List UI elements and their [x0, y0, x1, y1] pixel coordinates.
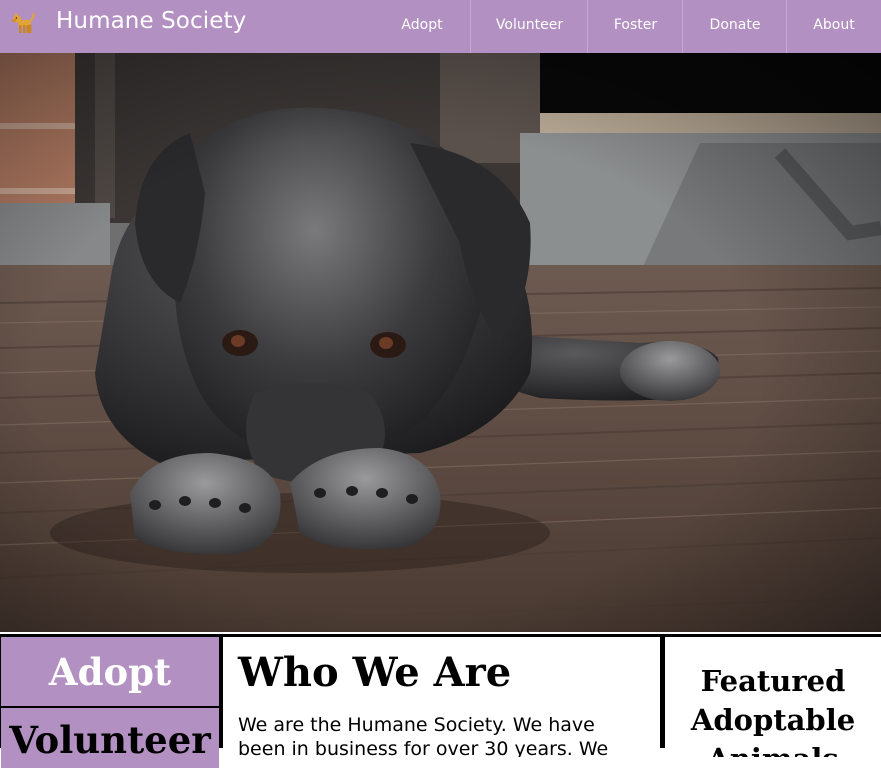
- top-navbar: Humane Society Adopt Volunteer Foster Do…: [0, 0, 881, 53]
- who-we-are-title: Who We Are: [238, 649, 512, 696]
- puppy-photo: [0, 53, 881, 632]
- site-title[interactable]: Humane Society: [56, 8, 246, 34]
- content-area: Adopt Volunteer Who We Are We are the Hu…: [0, 634, 881, 768]
- hero-image: [0, 53, 881, 632]
- nav-foster[interactable]: Foster: [587, 0, 683, 53]
- featured-animals-title: Featured Adoptable Animals: [690, 664, 856, 757]
- who-we-are-text: We are the Humane Society. We have been …: [238, 714, 609, 757]
- nav-donate[interactable]: Donate: [682, 0, 787, 53]
- nav-adopt[interactable]: Adopt: [373, 0, 471, 53]
- featured-animals-section: Featured Adoptable Animals: [665, 637, 881, 757]
- who-we-are-section: Who We Are We are the Humane Society. We…: [223, 637, 660, 757]
- dog-icon[interactable]: [9, 8, 37, 36]
- nav-about[interactable]: About: [786, 0, 881, 53]
- sidebar-volunteer-button[interactable]: Volunteer: [1, 708, 219, 768]
- nav-volunteer[interactable]: Volunteer: [470, 0, 588, 53]
- sidebar-adopt-button[interactable]: Adopt: [1, 637, 219, 706]
